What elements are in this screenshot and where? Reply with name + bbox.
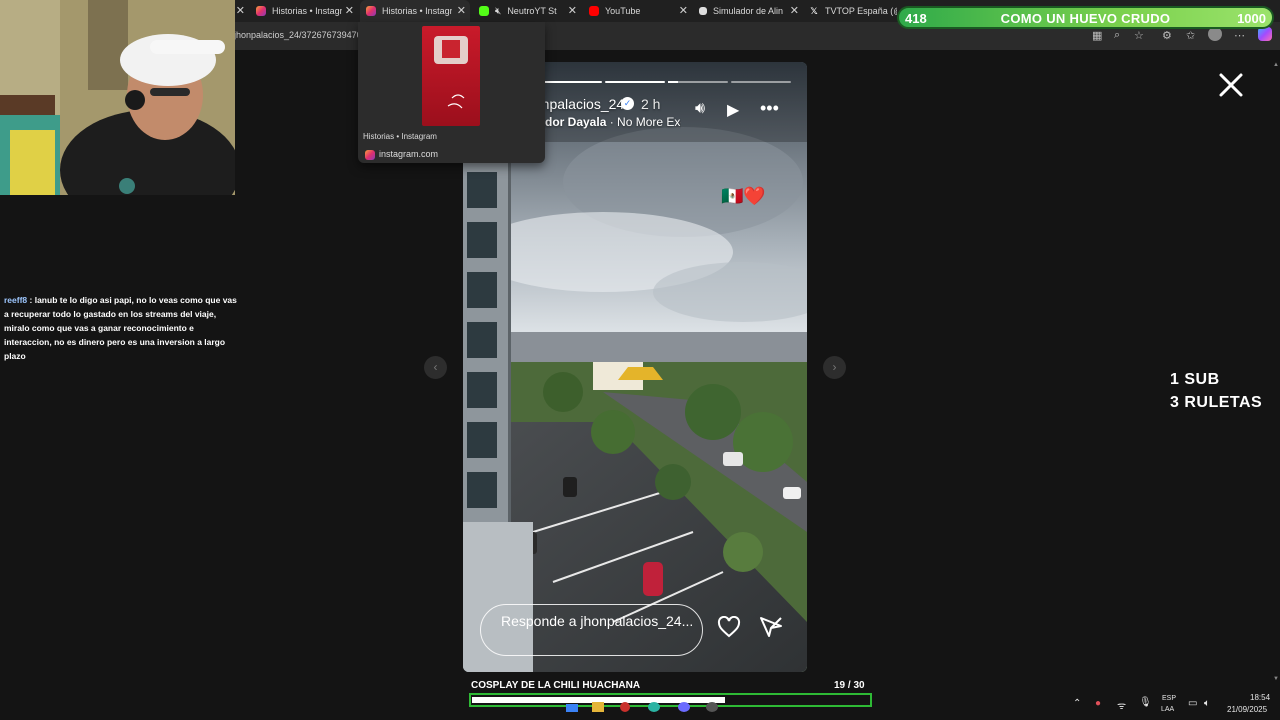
clock-date[interactable]: 21/09/2025	[1227, 705, 1267, 714]
instagram-icon	[366, 6, 376, 16]
music-separator: ·	[606, 115, 618, 129]
story-progress-segment	[543, 81, 602, 83]
taskbar: ⌃ ● ᯤ 🎙︎ ▭ 🔈︎	[0, 688, 1280, 720]
close-icon[interactable]: ✕	[790, 4, 799, 17]
keyboard-layout-indicator[interactable]: LAA	[1161, 706, 1174, 713]
tab-close-partial[interactable]: ✕	[236, 0, 246, 22]
close-icon[interactable]: ✕	[679, 4, 688, 17]
tray-app-icon[interactable]: ●	[1095, 698, 1101, 709]
kick-icon	[479, 6, 489, 16]
discord-icon[interactable]	[678, 702, 690, 712]
sub-promo-text: 1 SUB 3 RULETAS	[1170, 368, 1262, 414]
page-scrollbar[interactable]: ▲ ▼	[1272, 62, 1279, 682]
webcam-feed	[0, 0, 235, 195]
preview-title: Historias • Instagram	[363, 132, 437, 141]
goal-bar: 418 COMO UN HUEVO CRUDO 1000	[897, 6, 1274, 29]
chat-message: reeff8 : lanub te lo digo asi papi, no l…	[4, 293, 242, 363]
tab-youtube[interactable]: YouTube ✕	[584, 0, 692, 22]
verified-icon: ✓	[621, 97, 634, 110]
story-music[interactable]: Xandor Dayala · No More Excuses	[523, 115, 681, 129]
tab-label: Historias • Instagram	[382, 6, 452, 16]
story-progress-segment	[731, 81, 791, 83]
tab-tvtop[interactable]: 𝕏 TVTOP España (@tv	[805, 0, 897, 22]
tab-label: YouTube	[605, 6, 641, 16]
heart-icon[interactable]	[717, 616, 741, 638]
close-icon[interactable]: ✕	[457, 4, 466, 17]
language-indicator[interactable]: ESP	[1162, 695, 1176, 702]
avatar[interactable]	[1208, 27, 1222, 41]
copilot-icon[interactable]	[1258, 27, 1272, 41]
story-time: 2 h	[641, 96, 661, 112]
extensions-icon[interactable]: ⚙	[1162, 29, 1172, 42]
close-icon[interactable]: ✕	[568, 4, 577, 17]
edge-icon[interactable]	[648, 702, 660, 712]
close-icon[interactable]: ✕	[345, 4, 354, 17]
tab-hover-preview: Historias • Instagram instagram.com	[358, 22, 545, 163]
tab-label: Simulador de Alineaciones	[713, 6, 783, 16]
tab-historias-2[interactable]: Historias • Instagram ✕	[360, 0, 470, 22]
more-options-icon[interactable]: •••	[760, 98, 779, 119]
x-icon: 𝕏	[810, 5, 818, 16]
send-icon[interactable]	[759, 616, 783, 638]
windows-start-icon[interactable]	[566, 704, 578, 712]
chevron-left-icon: ‹	[433, 360, 438, 374]
star-icon[interactable]: ☆	[1134, 29, 1144, 42]
sub-line-2: 3 RULETAS	[1170, 394, 1263, 411]
more-icon[interactable]: ⋯	[1234, 29, 1245, 42]
music-title: No More Excuses	[617, 115, 681, 129]
sub-line-1: 1 SUB	[1170, 371, 1220, 388]
goal-title: COMO UN HUEVO CRUDO	[1000, 11, 1171, 26]
volume-icon[interactable]: 🔊︎	[695, 100, 705, 118]
goal-target: 1000	[1237, 11, 1266, 26]
network-icon[interactable]: ᯤ	[1117, 698, 1126, 712]
instagram-icon	[365, 150, 375, 160]
microphone-icon[interactable]: 🎙︎	[1139, 697, 1152, 708]
story-progress-segment	[668, 81, 728, 83]
display-icon[interactable]: ▭	[1188, 698, 1197, 709]
speaker-icon[interactable]: 🔈︎	[1204, 698, 1210, 709]
tab-historias-1[interactable]: Historias • Instagram ✕	[250, 0, 358, 22]
favorites-icon[interactable]: ✩	[1186, 29, 1195, 42]
obs-icon[interactable]	[706, 702, 718, 712]
webcam-image	[0, 0, 235, 195]
clock-time[interactable]: 18:54	[1250, 693, 1270, 702]
previous-story-button[interactable]: ‹	[424, 356, 447, 379]
chevron-up-icon[interactable]: ⌃	[1073, 698, 1081, 709]
globe-icon	[699, 7, 707, 15]
apps-icon[interactable]: ▦	[1092, 29, 1102, 42]
tab-label: NeutroYT Stream	[507, 6, 557, 16]
chevron-right-icon: ›	[832, 360, 837, 374]
preview-site: instagram.com	[379, 149, 439, 159]
preview-thumbnail	[422, 26, 480, 126]
reply-input[interactable]: Responde a jhonpalacios_24...	[480, 604, 703, 656]
youtube-icon	[589, 6, 599, 16]
zoom-icon[interactable]: ⌕	[1114, 29, 1120, 42]
tab-label: TVTOP España (@tv	[825, 6, 897, 16]
chat-username: reeff8	[4, 295, 28, 305]
instagram-icon	[256, 6, 266, 16]
play-icon[interactable]: ▶	[727, 100, 739, 120]
chat-text: lanub te lo digo asi papi, no lo veas co…	[4, 295, 237, 361]
url-text[interactable]: jhonpalacios_24/3726767394707	[234, 30, 367, 40]
close-icon	[1219, 73, 1243, 97]
preview-image	[434, 36, 468, 109]
story-sticker: 🇲🇽❤️	[721, 186, 766, 206]
tab-label: Historias • Instagram	[272, 6, 342, 16]
app-icon[interactable]	[620, 702, 630, 712]
chat-separator: :	[27, 295, 35, 305]
scroll-down-icon[interactable]: ▼	[1273, 676, 1279, 682]
file-explorer-icon[interactable]	[592, 702, 604, 712]
speaker-muted-icon[interactable]: 🔇︎	[495, 6, 501, 17]
close-story-button[interactable]	[1216, 70, 1246, 100]
tab-simulador[interactable]: Simulador de Alineaciones ✕	[695, 0, 803, 22]
tab-neutroyt[interactable]: 🔇︎ NeutroYT Stream ✕	[473, 0, 581, 22]
story-progress-segment	[605, 81, 665, 83]
next-story-button[interactable]: ›	[823, 356, 846, 379]
scroll-up-icon[interactable]: ▲	[1273, 62, 1279, 68]
